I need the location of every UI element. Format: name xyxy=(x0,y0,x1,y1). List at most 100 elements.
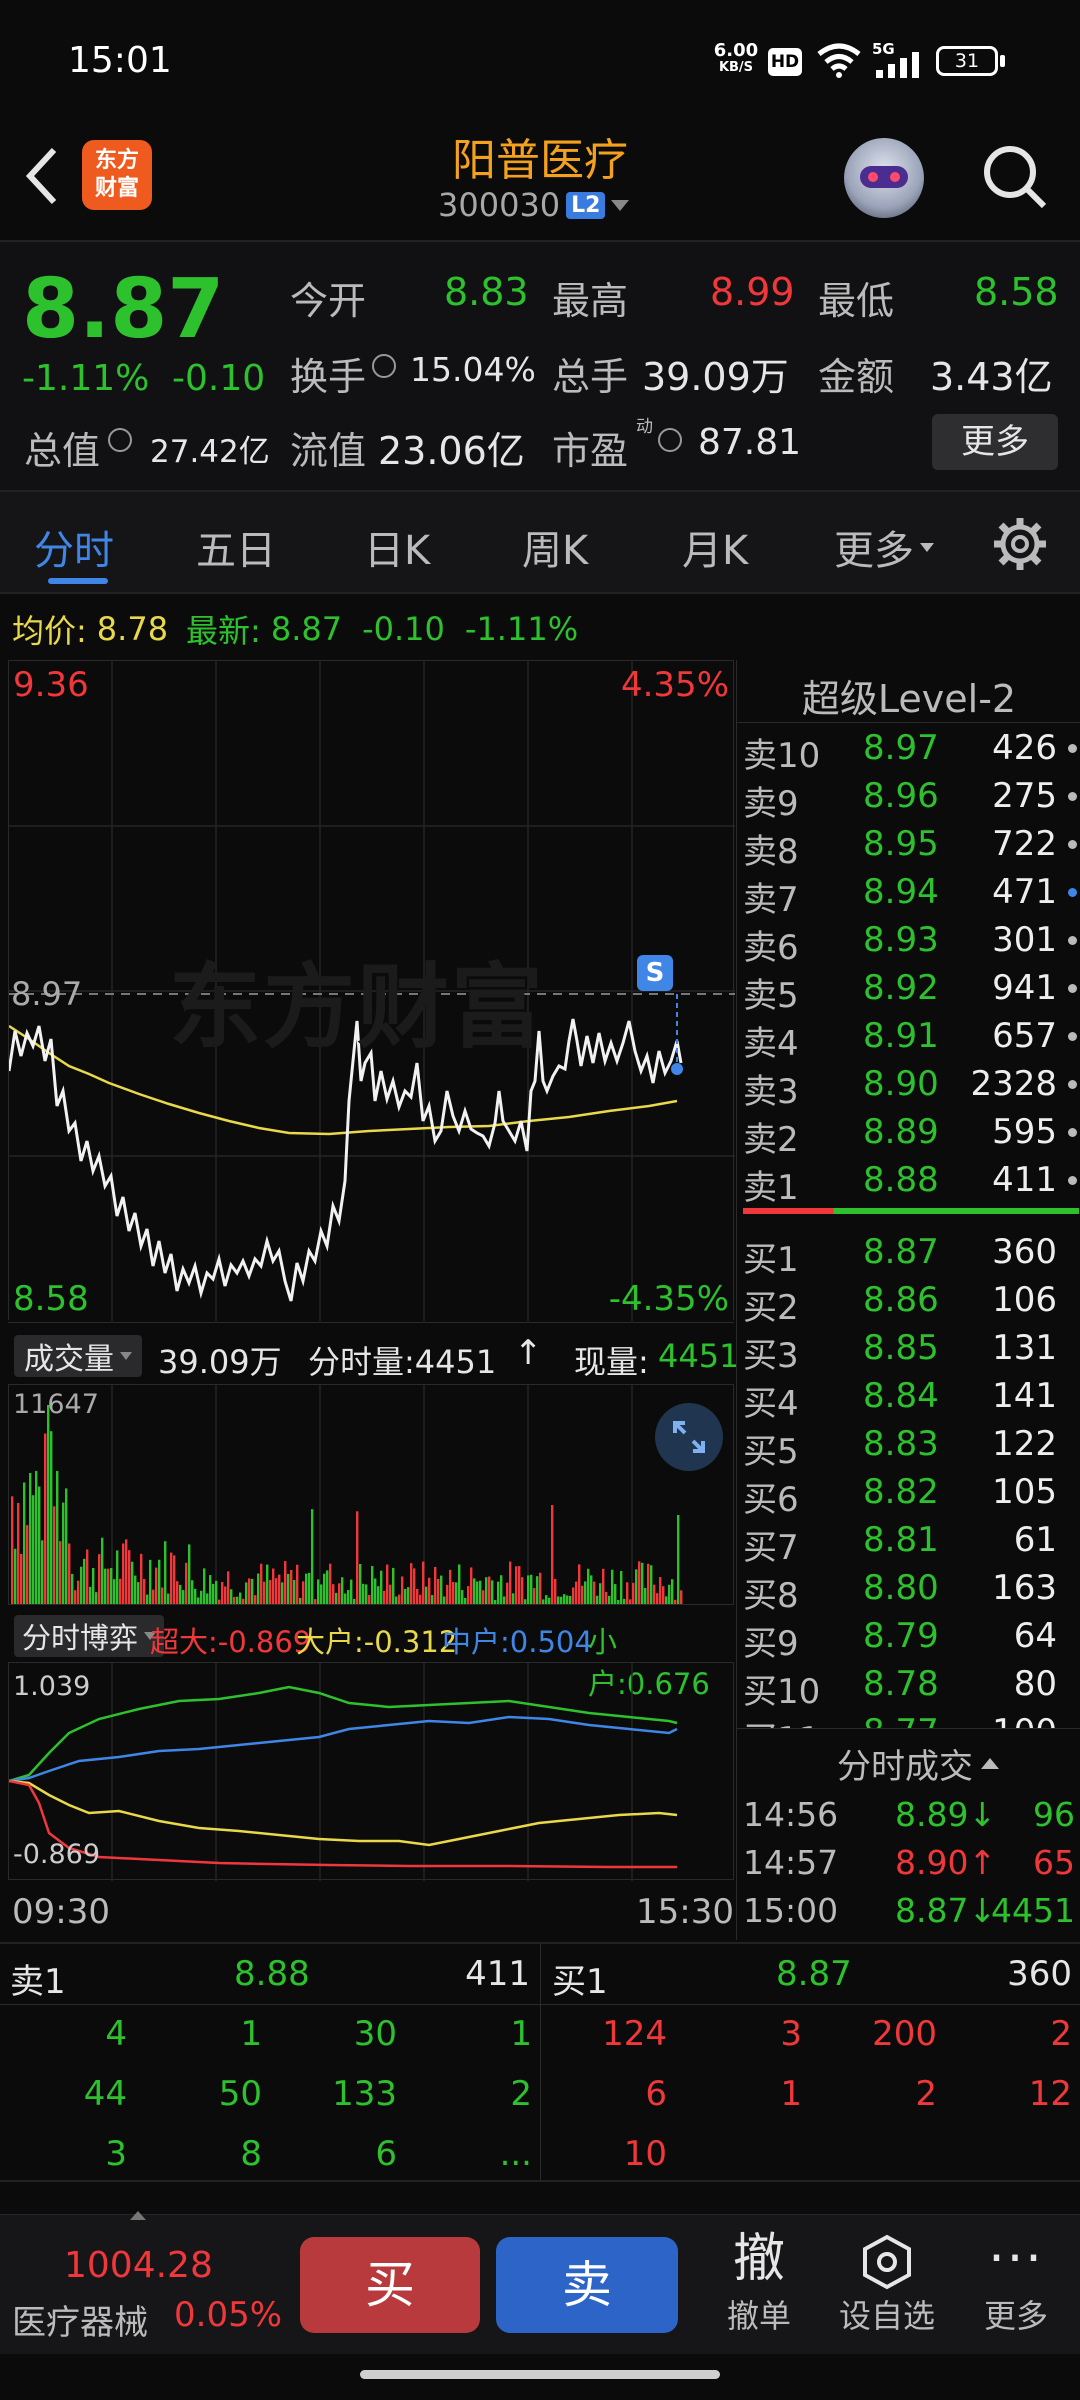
volume-bar xyxy=(128,1550,131,1605)
volume-bar xyxy=(638,1561,641,1605)
eastmoney-logo[interactable]: 东方 财富 xyxy=(82,140,152,210)
ask-level-label: 卖8 xyxy=(743,832,799,872)
order-book-title[interactable]: 超级Level-2 xyxy=(737,668,1080,723)
bid-level-label: 买6 xyxy=(743,1480,799,1520)
volume-bar xyxy=(29,1472,32,1605)
tab-weekly-k[interactable]: 周K xyxy=(522,518,588,576)
volume-chart: 11647 xyxy=(8,1384,734,1605)
sell-button[interactable]: 卖 xyxy=(496,2237,678,2333)
volume-bar xyxy=(593,1581,596,1605)
ask-level-row[interactable]: 卖6 8.93 301 xyxy=(743,916,1080,968)
bid-level-row[interactable]: 买3 8.85 131 xyxy=(743,1324,1080,1376)
collapse-caret-icon[interactable] xyxy=(130,2211,146,2220)
tab-daily-k[interactable]: 日K xyxy=(364,518,430,576)
ask-level-row[interactable]: 卖2 8.89 595 xyxy=(743,1108,1080,1160)
buy-button[interactable]: 买 xyxy=(300,2237,480,2333)
tab-more[interactable]: 更多 xyxy=(834,518,934,576)
queue-cell: 12 xyxy=(1028,2074,1072,2114)
volume-bar xyxy=(653,1584,656,1605)
last-price: 8.87 xyxy=(22,262,225,357)
ask-level-row[interactable]: 卖10 8.97 426 xyxy=(743,724,1080,776)
settings-gear-icon[interactable] xyxy=(992,516,1048,572)
volume-bar xyxy=(62,1502,65,1605)
index-value[interactable]: 1004.28 xyxy=(64,2245,213,2286)
volume-bar xyxy=(179,1584,182,1605)
bid-level-row[interactable]: 买8 8.80 163 xyxy=(743,1564,1080,1616)
volume-bar xyxy=(209,1575,212,1605)
queue-cell xyxy=(945,2134,1080,2194)
tab-five-day[interactable]: 五日 xyxy=(196,518,276,576)
add-watchlist-button[interactable]: 设自选 xyxy=(830,2227,944,2337)
now-volume: 4451 xyxy=(658,1337,740,1375)
queue-cell: 2 xyxy=(510,2074,532,2114)
ask-level-price: 8.94 xyxy=(863,872,939,912)
ask-level-row[interactable]: 卖8 8.95 722 xyxy=(743,820,1080,872)
ask-level-row[interactable]: 卖5 8.92 941 xyxy=(743,964,1080,1016)
tab-intraday[interactable]: 分时 xyxy=(34,518,114,576)
volume-bar xyxy=(632,1582,635,1605)
more-quote-button[interactable]: 更多 xyxy=(932,414,1058,470)
bid-level-row[interactable]: 买4 8.84 141 xyxy=(743,1372,1080,1424)
info-icon[interactable] xyxy=(108,428,132,452)
bid-level-row[interactable]: 买5 8.83 122 xyxy=(743,1420,1080,1472)
status-bar: 15:01 6.00 KB/S HD 5G 31 xyxy=(0,0,1080,120)
intraday-chart[interactable]: 东方财富 9.36 4.35% 8.97 8.58 -4.35% S xyxy=(8,660,735,1321)
volume-selector[interactable]: 成交量 xyxy=(14,1335,142,1377)
trade-price: 8.90↑ xyxy=(895,1843,997,1882)
bid-level-label: 买2 xyxy=(743,1288,799,1328)
bid-level-volume: 105 xyxy=(992,1472,1057,1512)
stock-code-row[interactable]: 300030 L2 xyxy=(438,186,630,224)
fund-flow-selector[interactable]: 分时博弈 xyxy=(14,1615,165,1657)
ask-level-row[interactable]: 卖9 8.96 275 xyxy=(743,772,1080,824)
bid-level-row[interactable]: 买1 8.87 360 xyxy=(743,1228,1080,1280)
ask-level-label: 卖7 xyxy=(743,880,799,920)
search-icon[interactable] xyxy=(980,142,1050,212)
volume-bar xyxy=(65,1488,68,1605)
volume-bar xyxy=(551,1505,554,1605)
queue-cell: 6 xyxy=(375,2134,397,2174)
volume-bar xyxy=(452,1582,455,1605)
volume-bar xyxy=(140,1553,143,1605)
sell-marker-badge[interactable]: S xyxy=(637,955,673,991)
volume-bar xyxy=(434,1566,437,1605)
bid-level-row[interactable]: 买7 8.81 61 xyxy=(743,1516,1080,1568)
info-icon[interactable] xyxy=(372,354,396,378)
bid-level-label: 买5 xyxy=(743,1432,799,1472)
tab-underline xyxy=(48,578,108,584)
bid-level-row[interactable]: 买6 8.82 105 xyxy=(743,1468,1080,1520)
chart-high-price: 9.36 xyxy=(13,665,89,705)
ask-level-row[interactable]: 卖3 8.90 2328 xyxy=(743,1060,1080,1112)
bid-level-row[interactable]: 买10 8.78 80 xyxy=(743,1660,1080,1712)
volume-bar xyxy=(461,1590,464,1605)
ask-level-row[interactable]: 卖4 8.91 657 xyxy=(743,1012,1080,1064)
ask-level-label: 卖5 xyxy=(743,976,799,1016)
level-dot-icon xyxy=(1068,1176,1077,1185)
info-icon[interactable] xyxy=(658,428,682,452)
trades-title[interactable]: 分时成交 xyxy=(837,1739,999,1788)
queue-cell: 30 xyxy=(353,2014,397,2054)
queue-cell: 1 xyxy=(780,2074,802,2114)
volume-bar xyxy=(500,1575,503,1605)
tab-monthly-k[interactable]: 月K xyxy=(682,518,748,576)
back-arrow-icon[interactable] xyxy=(22,146,62,206)
level-dot-icon xyxy=(1068,1080,1077,1089)
volume-bar xyxy=(410,1563,413,1605)
volume-bar xyxy=(170,1552,173,1605)
ask-level-row[interactable]: 卖7 8.94 471 xyxy=(743,868,1080,920)
home-indicator[interactable] xyxy=(360,2370,720,2379)
bid-level-row[interactable]: 买2 8.86 106 xyxy=(743,1276,1080,1328)
bid-level-row[interactable]: 买9 8.79 64 xyxy=(743,1612,1080,1664)
cancel-order-button[interactable]: 撤 撤单 xyxy=(714,2227,804,2337)
volume-bar xyxy=(380,1570,383,1605)
volume-bar xyxy=(374,1578,377,1605)
volume-bar xyxy=(203,1568,206,1605)
expand-icon[interactable] xyxy=(655,1403,723,1471)
bid-level-label: 买1 xyxy=(743,1240,799,1280)
robot-assistant-icon[interactable] xyxy=(844,138,924,218)
volume-bar xyxy=(248,1578,251,1605)
ask-level-row[interactable]: 卖1 8.88 411 xyxy=(743,1156,1080,1208)
volume-bar xyxy=(53,1506,56,1605)
more-actions-button[interactable]: ··· 更多 xyxy=(966,2227,1066,2337)
volume-bar xyxy=(290,1569,293,1605)
volume-bar xyxy=(26,1525,29,1605)
